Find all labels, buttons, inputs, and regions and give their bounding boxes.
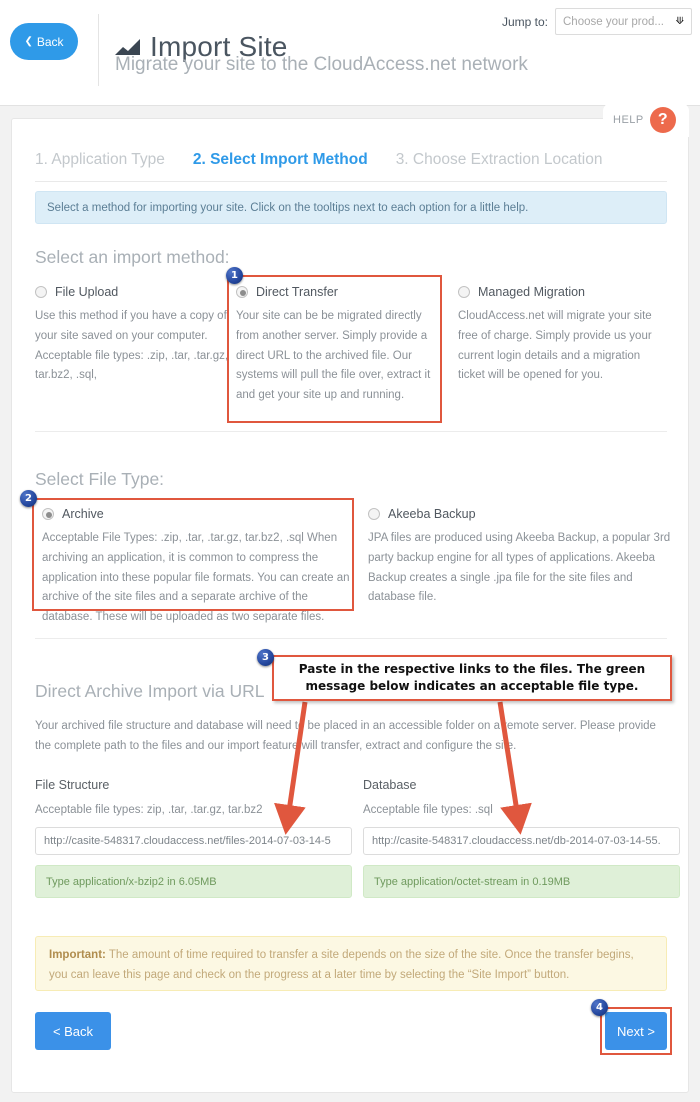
option-direct-transfer-desc: Your site can be be migrated directly fr… xyxy=(236,310,431,402)
annotation-badge-1: 1 xyxy=(226,267,243,284)
important-notice: Important: The amount of time required t… xyxy=(35,936,667,991)
radio-archive[interactable] xyxy=(42,508,54,520)
annotation-badge-3: 3 xyxy=(257,649,274,666)
help-tab[interactable]: HELP ? xyxy=(603,103,689,137)
database-accepts: Acceptable file types: .sql xyxy=(363,804,493,816)
jump-to-group: Jump to: Choose your prod... ⟱ xyxy=(502,8,692,35)
jump-to-label: Jump to: xyxy=(501,14,548,29)
option-file-upload-desc: Use this method if you have a copy of yo… xyxy=(35,310,229,382)
file-structure-status: Type application/x-bzip2 in 6.05MB xyxy=(35,865,352,898)
radio-akeeba-backup[interactable] xyxy=(368,508,380,520)
option-archive-desc: Acceptable File Types: .zip, .tar, .tar.… xyxy=(42,532,350,624)
info-banner: Select a method for importing your site.… xyxy=(35,191,667,224)
option-akeeba-backup[interactable]: Akeeba Backup JPA files are produced usi… xyxy=(368,507,673,608)
database-group: Database Acceptable file types: .sql Typ… xyxy=(363,778,680,898)
wizard-steps: 1. Application Type 2. Select Import Met… xyxy=(35,151,602,169)
steps-divider xyxy=(35,181,667,182)
radio-file-upload[interactable] xyxy=(35,286,47,298)
chevron-down-icon: ⟱ xyxy=(675,16,684,27)
option-file-upload-label: File Upload xyxy=(55,285,119,299)
url-section-desc: Your archived file structure and databas… xyxy=(35,720,656,752)
step-choose-extraction-location[interactable]: 3. Choose Extraction Location xyxy=(396,151,603,169)
option-archive-label: Archive xyxy=(62,507,104,521)
url-section-heading: Direct Archive Import via URL xyxy=(35,681,265,701)
option-akeeba-backup-head: Akeeba Backup xyxy=(368,507,673,521)
file-type-heading: Select File Type: xyxy=(35,469,165,489)
section-divider-2 xyxy=(35,638,667,639)
annotation-callout-line1: Paste in the respective links to the fil… xyxy=(298,661,646,676)
database-title: Database xyxy=(363,778,417,792)
jump-to-select[interactable]: Choose your prod... ⟱ xyxy=(555,8,692,35)
file-structure-accepts: Acceptable file types: zip, .tar, .tar.g… xyxy=(35,804,263,816)
option-managed-migration-head: Managed Migration xyxy=(458,285,658,299)
wizard-next-button[interactable]: Next > xyxy=(605,1012,667,1050)
section-divider-1 xyxy=(35,431,667,432)
database-url-input[interactable] xyxy=(363,827,680,855)
annotation-badge-4: 4 xyxy=(591,999,608,1016)
page-subtitle: Migrate your site to the CloudAccess.net… xyxy=(115,54,528,75)
help-label: HELP xyxy=(613,114,644,126)
option-managed-migration-label: Managed Migration xyxy=(478,285,586,299)
step-application-type[interactable]: 1. Application Type xyxy=(35,151,165,169)
jump-to-selected-value: Choose your prod... xyxy=(563,15,665,28)
annotation-callout: Paste in the respective links to the fil… xyxy=(272,655,672,701)
option-file-upload-head: File Upload xyxy=(35,285,233,299)
option-direct-transfer-label: Direct Transfer xyxy=(256,285,338,299)
step-select-import-method[interactable]: 2. Select Import Method xyxy=(193,151,368,169)
option-akeeba-backup-label: Akeeba Backup xyxy=(388,507,476,521)
option-file-upload[interactable]: File Upload Use this method if you have … xyxy=(35,285,233,386)
radio-direct-transfer[interactable] xyxy=(236,286,248,298)
file-structure-url-input[interactable] xyxy=(35,827,352,855)
help-icon[interactable]: ? xyxy=(649,107,676,133)
important-label: Important: xyxy=(49,949,106,961)
import-wizard-card: HELP ? 1. Application Type 2. Select Imp… xyxy=(11,103,689,1093)
database-status: Type application/octet-stream in 0.19MB xyxy=(363,865,680,898)
annotation-badge-2: 2 xyxy=(20,490,37,507)
back-button[interactable]: ❮ Back xyxy=(10,23,78,60)
annotation-callout-line2: message below indicates an acceptable fi… xyxy=(305,679,639,693)
file-structure-group: File Structure Acceptable file types: zi… xyxy=(35,778,352,898)
file-structure-title: File Structure xyxy=(35,778,110,792)
back-button-label: Back xyxy=(36,34,64,49)
option-archive-head: Archive xyxy=(42,507,360,521)
radio-managed-migration[interactable] xyxy=(458,286,470,298)
wizard-back-button[interactable]: < Back xyxy=(35,1012,111,1050)
option-archive[interactable]: Archive Acceptable File Types: .zip, .ta… xyxy=(42,507,360,628)
import-method-heading: Select an import method: xyxy=(35,247,230,267)
header-divider xyxy=(98,14,99,86)
option-managed-migration-desc: CloudAccess.net will migrate your site f… xyxy=(458,310,652,382)
option-akeeba-backup-desc: JPA files are produced using Akeeba Back… xyxy=(368,532,671,604)
important-text: The amount of time required to transfer … xyxy=(49,949,634,981)
option-direct-transfer[interactable]: Direct Transfer Your site can be be migr… xyxy=(236,285,434,406)
option-direct-transfer-head: Direct Transfer xyxy=(236,285,434,299)
option-managed-migration[interactable]: Managed Migration CloudAccess.net will m… xyxy=(458,285,658,386)
chevron-left-icon: ❮ xyxy=(24,35,33,47)
page-header: ❮ Back Import Site Migrate your site to … xyxy=(0,0,700,106)
